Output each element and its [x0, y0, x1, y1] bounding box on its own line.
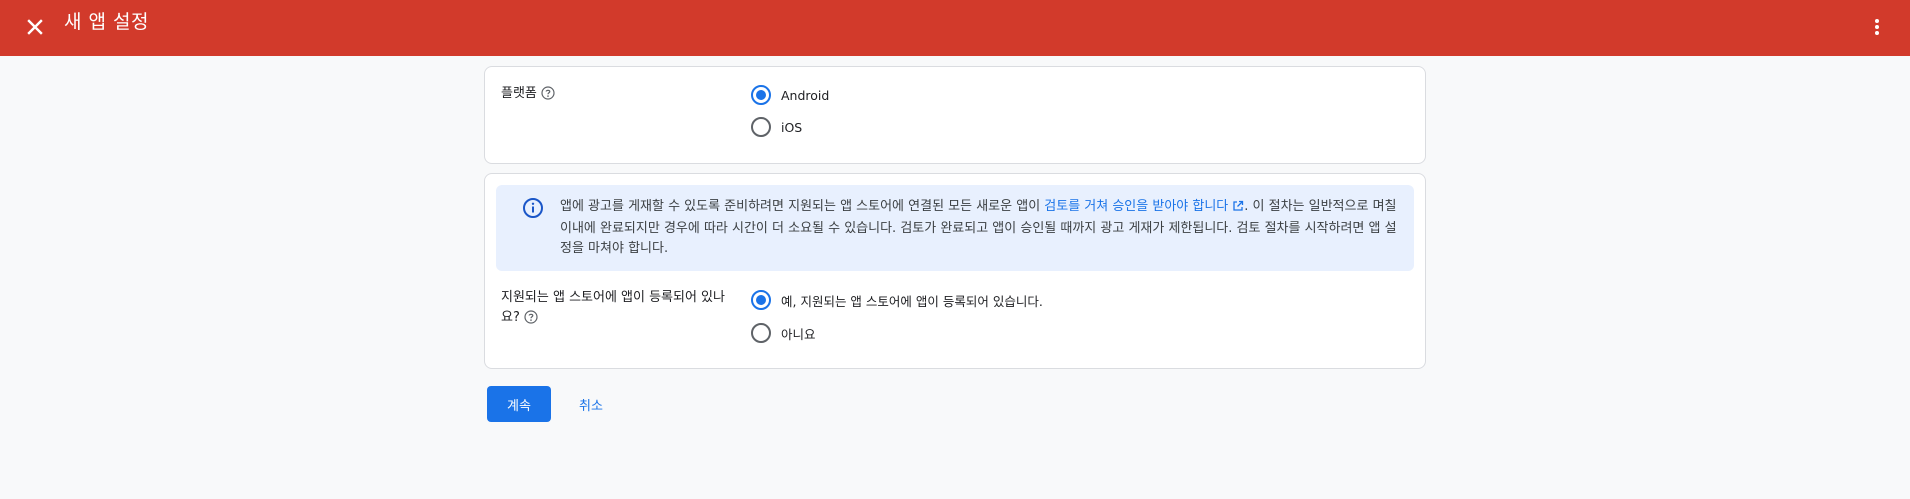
- radio-button-unchecked[interactable]: [751, 323, 771, 343]
- store-option-no[interactable]: 아니요: [751, 322, 816, 344]
- radio-button-checked[interactable]: [751, 290, 771, 310]
- notice-text: 앱에 광고를 게재할 수 있도록 준비하려면 지원되는 앱 스토어에 연결된 모…: [560, 197, 1400, 259]
- platform-card: 플랫폼 Android iOS: [484, 66, 1426, 164]
- close-icon: [27, 19, 43, 35]
- continue-button[interactable]: 계속: [487, 386, 551, 422]
- app-header: 새 앱 설정: [0, 0, 1910, 56]
- help-icon[interactable]: [524, 310, 538, 331]
- review-notice: 앱에 광고를 게재할 수 있도록 준비하려면 지원되는 앱 스토어에 연결된 모…: [496, 185, 1414, 271]
- platform-label: 플랫폼: [501, 86, 537, 101]
- link-text[interactable]: 검토를 거쳐 승인을 받아야 합니다: [1044, 199, 1228, 214]
- help-icon[interactable]: [541, 86, 555, 107]
- radio-label: 예, 지원되는 앱 스토어에 앱이 등록되어 있습니다.: [781, 293, 1043, 309]
- more-vert-icon: [1875, 19, 1879, 35]
- platform-option-android[interactable]: Android: [751, 84, 829, 106]
- page-title: 새 앱 설정: [64, 11, 149, 33]
- radio-label: Android: [781, 87, 830, 103]
- external-link-icon: [1232, 199, 1244, 219]
- notice-text-part: 앱에 광고를 게재할 수 있도록 준비하려면 지원되는 앱 스토어에 연결된 모…: [560, 199, 1045, 214]
- platform-label-row: 플랫폼: [501, 84, 555, 107]
- store-card: 앱에 광고를 게재할 수 있도록 준비하려면 지원되는 앱 스토어에 연결된 모…: [484, 173, 1426, 369]
- radio-label: iOS: [781, 119, 803, 135]
- store-option-yes[interactable]: 예, 지원되는 앱 스토어에 앱이 등록되어 있습니다.: [751, 289, 1043, 311]
- radio-label: 아니요: [781, 326, 816, 342]
- close-button[interactable]: [21, 13, 49, 41]
- radio-button-unchecked[interactable]: [751, 117, 771, 137]
- platform-option-ios[interactable]: iOS: [751, 116, 802, 138]
- cancel-button[interactable]: 취소: [562, 386, 620, 422]
- radio-button-checked[interactable]: [751, 85, 771, 105]
- info-icon: [522, 197, 544, 223]
- review-policy-link[interactable]: 검토를 거쳐 승인을 받아야 합니다: [1044, 199, 1244, 214]
- more-options-button[interactable]: [1870, 12, 1884, 42]
- store-question-row: 지원되는 앱 스토어에 앱이 등록되어 있나요?: [501, 288, 731, 331]
